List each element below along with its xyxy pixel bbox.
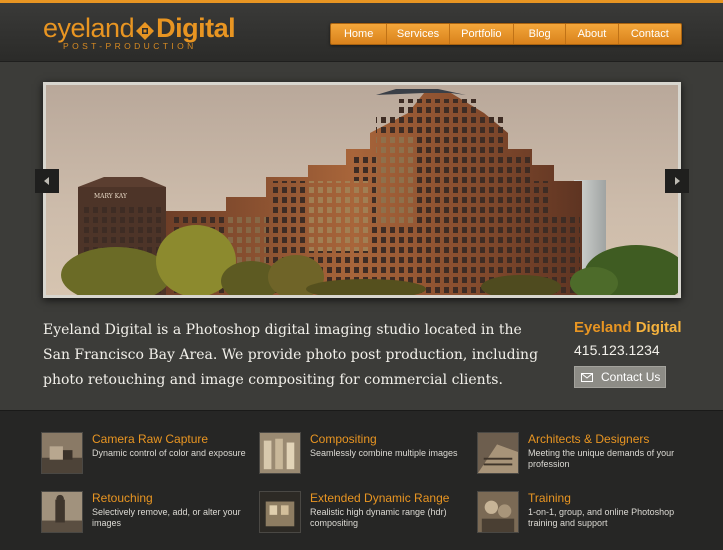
slider-prev-button[interactable] [35,169,59,193]
service-desc: Selectively remove, add, or alter your i… [92,507,241,528]
compositing-thumbnail [259,432,301,474]
service-title: Retouching [92,491,153,505]
main-nav: Home Services Portfolio Blog About Conta… [330,23,682,45]
contact-name-part2: Digital [635,319,682,336]
service-title: Extended Dynamic Range [310,491,450,505]
intro-text: Eyeland Digital is a Photoshop digital i… [43,322,539,388]
contact-phone: 415.123.1234 [574,342,660,358]
site-logo[interactable]: eyeland Digital POST-PRODUCTION [43,13,243,53]
nav-about[interactable]: About [566,24,619,44]
contact-us-label: Contact Us [601,370,661,384]
site-header: eyeland Digital POST-PRODUCTION Home Ser… [0,0,723,62]
logo-word-eyeland: eyeland [43,13,135,43]
nav-services[interactable]: Services [387,24,450,44]
camera-raw-thumbnail [41,432,83,474]
service-compositing[interactable]: Compositing Seamlessly combine multiple … [259,432,459,476]
nav-contact[interactable]: Contact [619,24,681,44]
service-camera-raw[interactable]: Camera Raw Capture Dynamic control of co… [41,432,246,476]
architects-thumbnail [477,432,519,474]
logo-word-digital: Digital [156,13,236,43]
logo-subtitle: POST-PRODUCTION [63,41,197,51]
dynamic-range-thumbnail [259,491,301,533]
service-retouching[interactable]: Retouching Selectively remove, add, or a… [41,491,241,535]
nav-portfolio[interactable]: Portfolio [450,24,514,44]
service-architects[interactable]: Architects & Designers Meeting the uniqu… [477,432,677,476]
contact-company-name: Eyeland Digital [574,318,714,338]
service-desc: 1-on-1, group, and online Photoshop trai… [528,507,675,528]
service-desc: Dynamic control of color and exposure [92,448,246,458]
service-title: Training [528,491,571,505]
contact-name-part1: Eyeland [574,319,632,336]
service-title: Compositing [310,432,377,446]
training-thumbnail [477,491,519,533]
hero-building-photo: MARY KAY [46,85,678,295]
nav-blog[interactable]: Blog [514,24,567,44]
service-title: Architects & Designers [528,432,650,446]
service-extended-dynamic-range[interactable]: Extended Dynamic Range Realistic high dy… [259,491,459,535]
chevron-left-icon [44,177,49,185]
service-title: Camera Raw Capture [92,432,209,446]
service-desc: Realistic high dynamic range (hdr) compo… [310,507,447,528]
envelope-icon [581,372,593,382]
contact-box: Eyeland Digital 415.123.1234 Contact Us [574,318,714,388]
service-desc: Seamlessly combine multiple images [310,448,458,458]
logo-mark-icon [136,21,155,40]
hero-slider: MARY KAY [43,82,681,298]
retouching-thumbnail [41,491,83,533]
contact-us-button[interactable]: Contact Us [574,366,666,388]
building-sign-text: MARY KAY [94,193,128,200]
service-training[interactable]: Training 1-on-1, group, and online Photo… [477,491,677,535]
nav-home[interactable]: Home [331,24,388,44]
chevron-right-icon [675,177,680,185]
service-desc: Meeting the unique demands of your profe… [528,448,675,469]
services-section: Camera Raw Capture Dynamic control of co… [0,410,723,550]
slider-next-button[interactable] [665,169,689,193]
